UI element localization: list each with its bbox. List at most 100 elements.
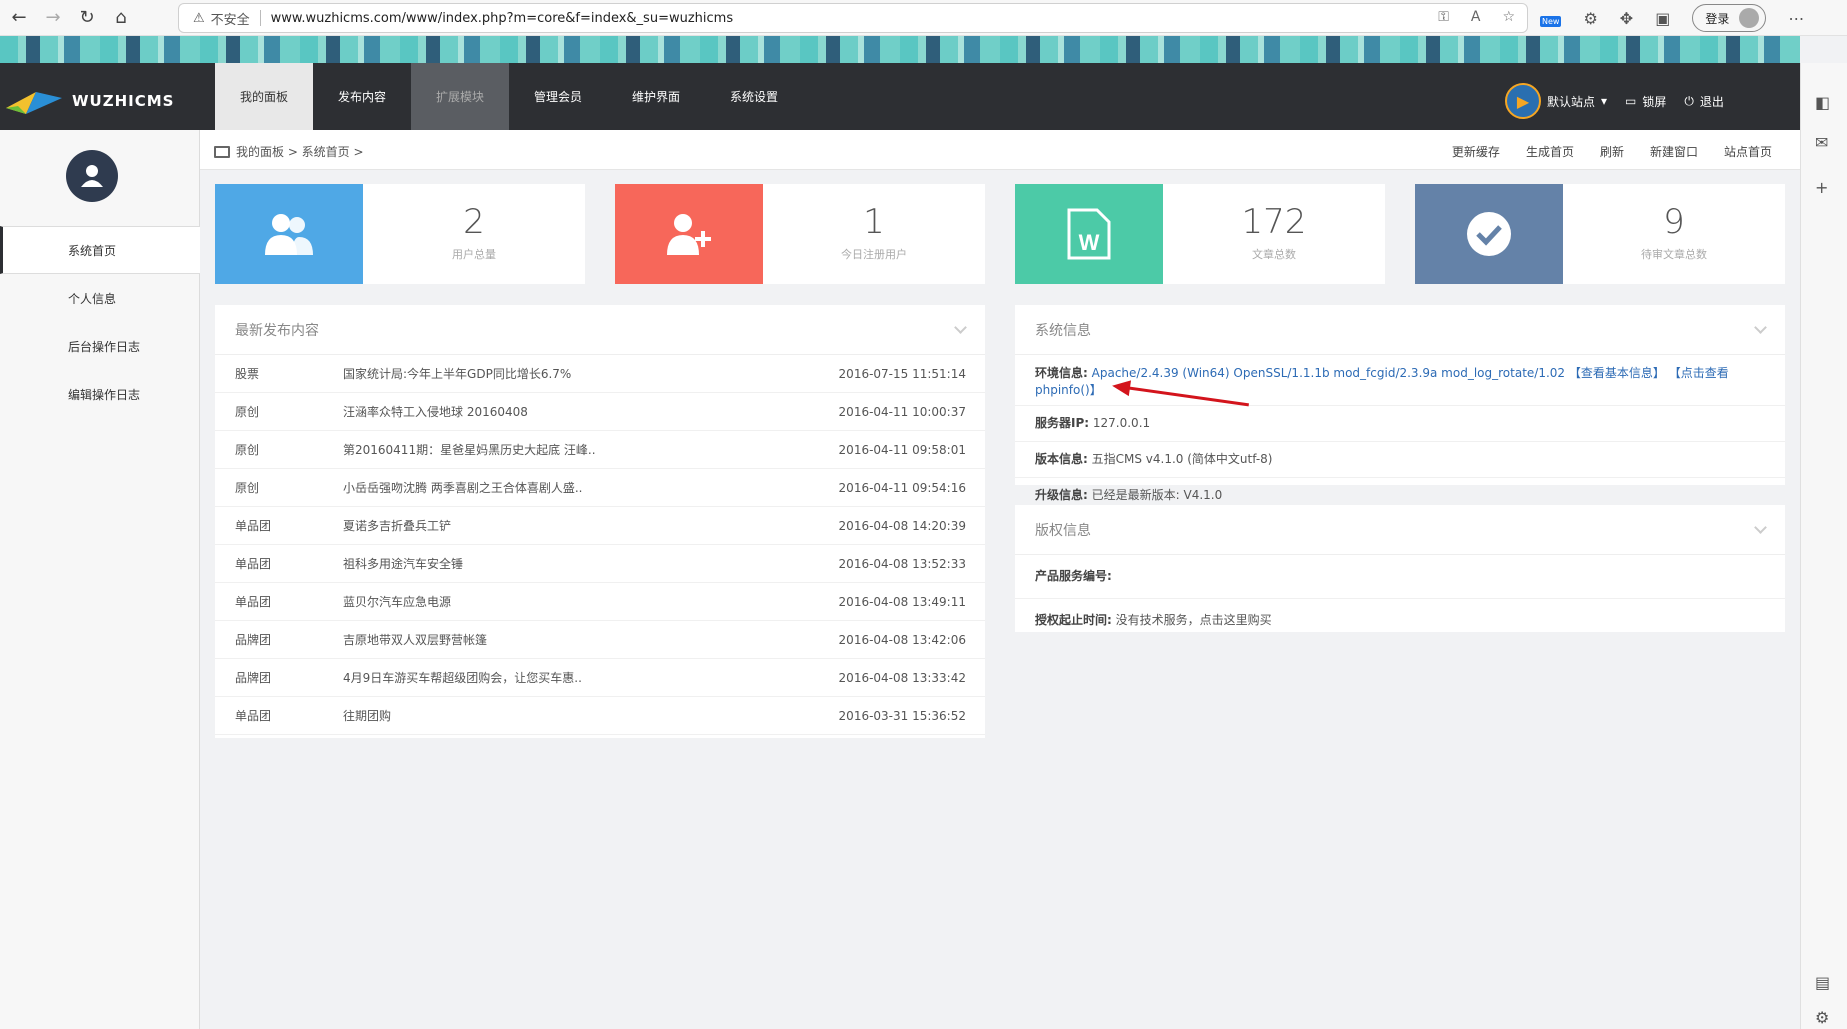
site-selector[interactable]: ▶ 默认站点 ▾ xyxy=(1505,83,1607,119)
screen-icon[interactable]: ▤ xyxy=(1815,973,1830,992)
auth-label: 授权起止时间: xyxy=(1035,613,1112,627)
nav-publish[interactable]: 发布内容 xyxy=(313,63,411,130)
item-title[interactable]: 夏诺多吉折叠兵工铲 xyxy=(343,517,451,534)
generate-home-button[interactable]: 生成首页 xyxy=(1526,143,1574,160)
item-title[interactable]: 4月9日车游买车帮超级团购会，让您买车惠.. xyxy=(343,669,582,686)
extension-icon[interactable]: ⚙ xyxy=(1583,9,1597,28)
list-item[interactable]: 单品团 祖科多用途汽车安全锤 2016-04-08 13:52:33 xyxy=(215,545,985,583)
logo[interactable]: WUZHICMS xyxy=(6,88,174,114)
env-label: 环境信息: xyxy=(1035,366,1088,380)
chevron-down-icon[interactable] xyxy=(1754,321,1767,334)
refresh-icon[interactable]: ↻ xyxy=(72,3,102,33)
breadcrumb-text[interactable]: 我的面板 > 系统首页 > xyxy=(236,143,364,160)
item-title[interactable]: 汪涵率众特工入侵地球 20160408 xyxy=(343,403,528,420)
item-title[interactable]: 第20160411期：星爸星妈黑历史大起底 汪峰.. xyxy=(343,441,596,458)
new-window-button[interactable]: 新建窗口 xyxy=(1650,143,1698,160)
pixelated-banner xyxy=(0,36,1800,63)
favorite-icon[interactable]: ☆ xyxy=(1502,9,1515,25)
list-item[interactable]: 股票 国家统计局:今年上半年GDP同比增长6.7% 2016-07-15 11:51… xyxy=(215,355,985,393)
basic-info-link[interactable]: 【查看基本信息】 xyxy=(1569,366,1665,380)
upgrade-value: 已经是最新版本: V4.1.0 xyxy=(1091,488,1223,502)
item-category: 单品团 xyxy=(235,557,272,571)
list-item[interactable]: 原创 第20160411期：星爸星妈黑历史大起底 汪峰.. 2016-04-11 0… xyxy=(215,431,985,469)
monitor-icon xyxy=(214,145,230,158)
add-icon[interactable]: + xyxy=(1815,178,1828,197)
sidebar-item-editor-log[interactable]: 编辑操作日志 xyxy=(0,370,200,418)
auth-value[interactable]: 没有技术服务，点击这里购买 xyxy=(1116,613,1272,627)
login-button[interactable]: 登录 xyxy=(1692,4,1767,32)
sysinfo-title: 系统信息 xyxy=(1035,322,1091,339)
logout-button[interactable]: ⏻ 退出 xyxy=(1684,93,1724,110)
list-item[interactable]: 单品团 往期团购 2016-03-31 15:36:52 xyxy=(215,697,985,735)
copyright-title: 版权信息 xyxy=(1035,522,1091,539)
item-date: 2016-04-08 13:42:06 xyxy=(838,632,966,647)
item-category: 品牌团 xyxy=(235,633,272,647)
list-item[interactable]: 原创 小岳岳强吻沈腾 两季喜剧之王合体喜剧人盛.. 2016-04-11 09:54… xyxy=(215,469,985,507)
check-circle-icon xyxy=(1415,184,1563,284)
outlook-icon[interactable]: ✉ xyxy=(1815,133,1828,152)
key-icon[interactable]: ⚿ xyxy=(1438,9,1449,25)
sidebar-item-home[interactable]: 系统首页 xyxy=(0,226,200,274)
list-item[interactable]: 品牌团 4月9日车游买车帮超级团购会，让您买车惠.. 2016-04-08 13:3… xyxy=(215,659,985,697)
stat-card-pending[interactable]: 9 待审文章总数 xyxy=(1415,184,1785,284)
svg-text:W: W xyxy=(1079,230,1100,255)
version-value: 五指CMS v4.1.0 (简体中文utf-8) xyxy=(1091,452,1273,466)
chevron-down-icon[interactable] xyxy=(954,321,967,334)
site-home-button[interactable]: 站点首页 xyxy=(1724,143,1772,160)
item-title[interactable]: 国家统计局:今年上半年GDP同比增长6.7% xyxy=(343,365,571,382)
stat-card-articles[interactable]: W 172 文章总数 xyxy=(1015,184,1385,284)
item-date: 2016-04-11 09:54:16 xyxy=(838,480,966,495)
settings-icon[interactable]: ⚙ xyxy=(1815,1008,1829,1027)
copyright-panel: 版权信息 产品服务编号: 授权起止时间: 没有技术服务，点击这里购买 xyxy=(1015,505,1785,632)
stat-card-users[interactable]: 2 用户总量 xyxy=(215,184,585,284)
item-category: 单品团 xyxy=(235,519,272,533)
env-value: Apache/2.4.39 (Win64) OpenSSL/1.1.1b mod… xyxy=(1091,366,1566,380)
item-title[interactable]: 小岳岳强吻沈腾 两季喜剧之王合体喜剧人盛.. xyxy=(343,479,582,496)
puzzle-icon[interactable]: ✥ xyxy=(1620,9,1633,28)
list-item[interactable]: 品牌团 吉原地带双人双层野营帐篷 2016-04-08 13:42:06 xyxy=(215,621,985,659)
refresh-button[interactable]: 刷新 xyxy=(1600,143,1624,160)
update-cache-button[interactable]: 更新缓存 xyxy=(1452,143,1500,160)
chevron-down-icon[interactable] xyxy=(1754,521,1767,534)
item-title[interactable]: 吉原地带双人双层野营帐篷 xyxy=(343,631,487,648)
more-icon[interactable]: ⋯ xyxy=(1788,9,1804,28)
address-bar[interactable]: ⚠ 不安全 www.wuzhicms.com/www/index.php?m=c… xyxy=(178,3,1528,33)
users-icon xyxy=(215,184,363,284)
nav-settings[interactable]: 系统设置 xyxy=(705,63,803,130)
nav-members[interactable]: 管理会员 xyxy=(509,63,607,130)
stat-label: 今日注册用户 xyxy=(841,248,907,261)
url-text[interactable]: www.wuzhicms.com/www/index.php?m=core&f=… xyxy=(271,11,733,26)
sidebar-item-profile[interactable]: 个人信息 xyxy=(0,274,200,322)
item-category: 单品团 xyxy=(235,595,272,609)
read-aloud-icon[interactable]: A xyxy=(1471,9,1481,25)
panel-title: 最新发布内容 xyxy=(215,305,985,355)
back-icon[interactable]: ← xyxy=(4,3,34,33)
item-date: 2016-04-08 14:20:39 xyxy=(838,518,966,533)
home-icon[interactable]: ⌂ xyxy=(106,3,136,33)
office-icon[interactable]: ◧ xyxy=(1815,93,1830,112)
sidebar-item-admin-log[interactable]: 后台操作日志 xyxy=(0,322,200,370)
profile-avatar-icon xyxy=(1739,8,1760,28)
list-item[interactable]: 原创 汪涵率众特工入侵地球 20160408 2016-04-11 10:00:37 xyxy=(215,393,985,431)
item-date: 2016-04-11 09:58:01 xyxy=(838,442,966,457)
panel-title: 版权信息 xyxy=(1015,505,1785,555)
new-feature-icon[interactable]: New xyxy=(1540,9,1562,28)
item-category: 原创 xyxy=(235,481,260,495)
nav-maintenance[interactable]: 维护界面 xyxy=(607,63,705,130)
stat-card-new-users[interactable]: 1 今日注册用户 xyxy=(615,184,985,284)
stat-label: 用户总量 xyxy=(452,248,496,261)
forward-icon[interactable]: → xyxy=(38,3,68,33)
logo-text: WUZHICMS xyxy=(72,92,175,110)
sidebar: 系统首页 个人信息 后台操作日志 编辑操作日志 xyxy=(0,130,200,1029)
lock-screen-button[interactable]: ▭ 锁屏 xyxy=(1625,93,1666,110)
nav-extensions[interactable]: 扩展模块 xyxy=(411,63,509,130)
nav-my-panel[interactable]: 我的面板 xyxy=(215,63,313,130)
item-title[interactable]: 祖科多用途汽车安全锤 xyxy=(343,555,463,572)
list-item[interactable]: 单品团 夏诺多吉折叠兵工铲 2016-04-08 14:20:39 xyxy=(215,507,985,545)
breadcrumb-actions: 更新缓存 生成首页 刷新 新建窗口 站点首页 xyxy=(1452,143,1772,160)
header-actions: ▶ 默认站点 ▾ ▭ 锁屏 ⏻ 退出 xyxy=(1505,83,1724,119)
list-item[interactable]: 单品团 蓝贝尔汽车应急电源 2016-04-08 13:49:11 xyxy=(215,583,985,621)
collections-icon[interactable]: ▣ xyxy=(1655,9,1670,28)
item-title[interactable]: 蓝贝尔汽车应急电源 xyxy=(343,593,451,610)
item-title[interactable]: 往期团购 xyxy=(343,707,391,724)
